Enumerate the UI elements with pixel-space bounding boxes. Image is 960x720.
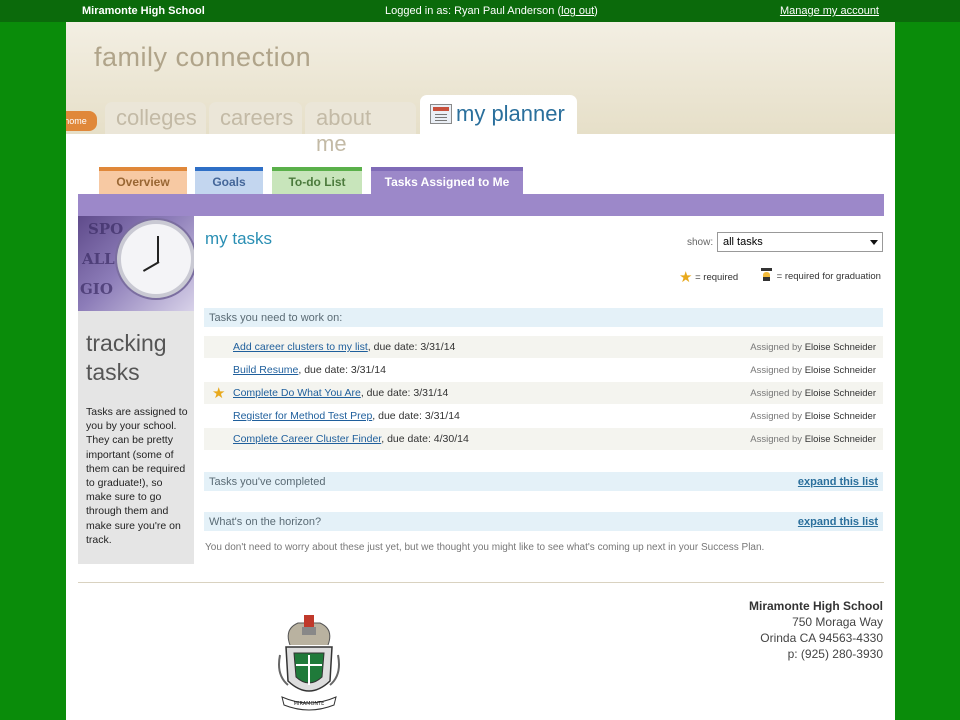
footer-divider — [78, 582, 884, 583]
expand-completed-link[interactable]: expand this list — [798, 476, 878, 488]
sidebar: SPO ALL GIO tracking tasks Tasks are ass… — [78, 216, 194, 564]
task-link[interactable]: Complete Do What You Are — [233, 387, 361, 399]
task-link[interactable]: Add career clusters to my list — [233, 341, 368, 353]
legend-graduation: = required for graduation — [760, 268, 881, 282]
task-link[interactable]: Register for Method Test Prep — [233, 410, 372, 422]
subtab-overview[interactable]: Overview — [99, 167, 187, 194]
section-completed: Tasks you've completed expand this list — [204, 472, 883, 491]
section-work-on: Tasks you need to work on: — [204, 308, 883, 327]
sidebar-title: tracking tasks — [86, 330, 167, 385]
home-tab[interactable]: home — [66, 111, 97, 131]
tab-my-planner[interactable]: my planner — [420, 95, 577, 134]
task-row: Add career clusters to my list, due date… — [204, 336, 883, 358]
page-container: family connection home colleges careers … — [66, 22, 895, 720]
logout-link[interactable]: log out — [561, 5, 594, 17]
task-link[interactable]: Build Resume — [233, 364, 298, 376]
clock-image: SPO ALL GIO — [78, 216, 194, 311]
horizon-note: You don't need to worry about these just… — [205, 542, 765, 553]
school-address: Miramonte High School 750 Moraga Way Ori… — [748, 599, 883, 661]
school-crest-logo: MIRAMONTE — [278, 615, 340, 711]
legend-required: ★ = required — [679, 269, 739, 286]
graduation-icon — [760, 268, 773, 281]
purple-banner — [78, 194, 884, 216]
task-row: Complete Career Cluster Finder, due date… — [204, 428, 883, 450]
planner-icon — [430, 104, 452, 124]
task-row: Register for Method Test Prep, due date:… — [233, 410, 876, 422]
task-row: Build Resume, due date: 3/31/14 Assigned… — [233, 364, 876, 376]
section-horizon: What's on the horizon? expand this list — [204, 512, 883, 531]
manage-account-link[interactable]: Manage my account — [780, 5, 879, 17]
expand-horizon-link[interactable]: expand this list — [798, 516, 878, 528]
header: family connection home colleges careers … — [66, 22, 895, 156]
star-icon: ★ — [679, 269, 693, 286]
clock-icon — [117, 220, 194, 298]
page-title: my tasks — [205, 229, 273, 248]
login-status: Logged in as: Ryan Paul Anderson (log ou… — [385, 5, 598, 17]
show-filter-select[interactable]: all tasks — [717, 232, 883, 252]
tab-careers[interactable]: careers — [209, 102, 302, 134]
svg-text:MIRAMONTE: MIRAMONTE — [294, 701, 325, 707]
task-link[interactable]: Complete Career Cluster Finder — [233, 433, 381, 445]
subtab-goals[interactable]: Goals — [195, 167, 263, 194]
school-name: Miramonte High School — [82, 5, 205, 17]
task-row: ★ Complete Do What You Are, due date: 3/… — [204, 382, 883, 404]
subtab-todo-list[interactable]: To-do List — [272, 167, 362, 194]
tab-my-planner-label: my planner — [456, 101, 565, 126]
subtab-tasks-assigned[interactable]: Tasks Assigned to Me — [371, 167, 523, 194]
tab-about-me[interactable]: about me — [305, 102, 416, 156]
top-bar: Miramonte High School Logged in as: Ryan… — [0, 0, 960, 22]
sidebar-description: Tasks are assigned to you by your school… — [86, 406, 188, 546]
brand-title: family connection — [94, 42, 312, 72]
tab-colleges[interactable]: colleges — [105, 102, 206, 134]
chevron-down-icon — [870, 240, 878, 245]
show-label: show: — [687, 237, 714, 248]
star-icon: ★ — [212, 385, 226, 402]
